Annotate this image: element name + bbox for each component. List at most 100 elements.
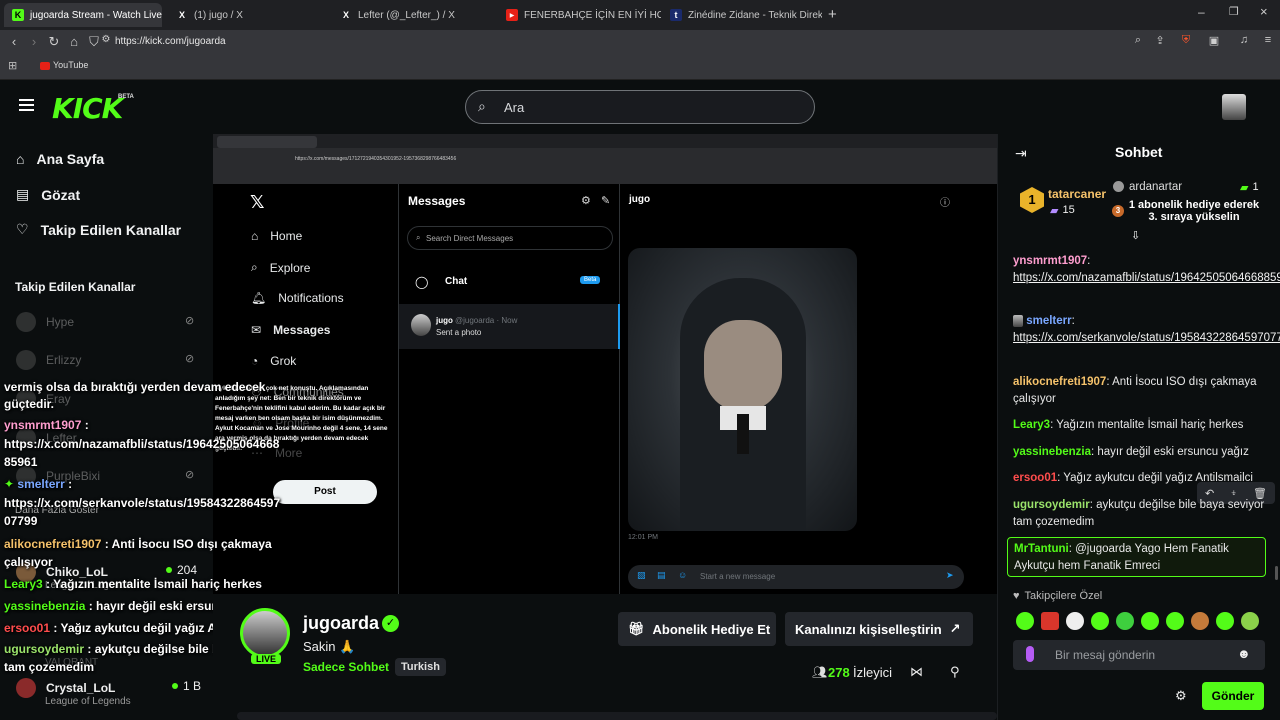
brave-shield-icon[interactable]: ⛨ bbox=[1178, 34, 1194, 47]
x-nav-grok: ◔ Grok bbox=[251, 354, 296, 368]
nav-following[interactable]: ♡ Takip Edilen Kanallar bbox=[16, 221, 181, 238]
nav-browse-label: Gözat bbox=[41, 186, 81, 203]
heart-icon: ♡ bbox=[16, 221, 29, 237]
reload-icon[interactable]: ↻ bbox=[46, 34, 62, 50]
channel-avatar[interactable] bbox=[240, 608, 290, 658]
overlay-line: ynsmrmt1907 : bbox=[4, 418, 89, 432]
chat-username[interactable]: smelterr bbox=[1026, 315, 1071, 327]
media-icon[interactable]: ♫ bbox=[1236, 34, 1252, 46]
live-dot-icon bbox=[172, 683, 178, 689]
share-icon[interactable]: ⋈ bbox=[910, 664, 923, 680]
search-input[interactable]: ⌕ Ara bbox=[465, 90, 815, 124]
nav-browse[interactable]: ▤ Gözat bbox=[16, 186, 80, 203]
overlay-line: alikocnefreti1907 : Anti İsocu ISO dışı … bbox=[4, 537, 272, 551]
menu-icon[interactable]: ≡ bbox=[1260, 34, 1276, 46]
window-close-icon[interactable]: × bbox=[1260, 4, 1268, 19]
overlay-text: : bbox=[68, 477, 73, 491]
followed-channel[interactable]: Hype bbox=[16, 312, 74, 332]
emote-icon[interactable] bbox=[1216, 612, 1234, 630]
forward-icon[interactable]: › bbox=[26, 34, 42, 49]
send-button[interactable]: Gönder bbox=[1202, 682, 1264, 710]
nav-home[interactable]: ⌂ Ana Sayfa bbox=[16, 151, 104, 167]
overlay-user: Leary3 bbox=[4, 577, 43, 591]
user-avatar[interactable] bbox=[1222, 94, 1246, 120]
sidebar-toggle-icon[interactable]: ▣ bbox=[1206, 34, 1222, 47]
collapse-chat-icon[interactable]: ⇥ bbox=[1015, 145, 1027, 162]
chat-input[interactable]: Bir mesaj gönderin ☻ bbox=[1013, 640, 1265, 670]
chat-scrollbar[interactable] bbox=[1275, 566, 1278, 580]
youtube-icon bbox=[40, 62, 50, 70]
chat-username[interactable]: yassinebenzia bbox=[1013, 446, 1091, 458]
chat-link[interactable]: https://x.com/nazamafbli/status/19642505… bbox=[1013, 272, 1280, 284]
url-field[interactable]: https://kick.com/jugoarda bbox=[115, 33, 226, 51]
restore-icon[interactable]: ❐ bbox=[1229, 5, 1239, 18]
chat-username[interactable]: alikocnefreti1907 bbox=[1013, 376, 1106, 388]
leader-user-2: ardanartar bbox=[1129, 181, 1183, 193]
x-nav-home: ⌂ Home bbox=[251, 229, 302, 243]
chat-username[interactable]: MrTantuni bbox=[1014, 543, 1069, 555]
emote-icon[interactable] bbox=[1141, 612, 1159, 630]
chat-message: alikocnefreti1907: Anti İsocu ISO dışı ç… bbox=[1013, 376, 1257, 405]
chat-username[interactable]: ynsmrmt1907 bbox=[1013, 255, 1087, 267]
emote-icon[interactable] bbox=[1191, 612, 1209, 630]
share-icon[interactable]: ⇪ bbox=[1152, 34, 1168, 47]
customize-channel-label: Kanalınızı kişiselleştirin bbox=[795, 621, 942, 637]
rank-2-icon bbox=[1113, 181, 1124, 192]
chat-message-highlighted: MrTantuni: @jugoarda Yago Hem Fanatik Ay… bbox=[1014, 543, 1229, 572]
chat-settings-icon[interactable]: ⚙ bbox=[1175, 688, 1187, 704]
apps-grid-icon[interactable]: ⊞ bbox=[8, 59, 17, 72]
site-settings-icon[interactable]: ⚙ bbox=[98, 34, 114, 45]
microphone-icon[interactable] bbox=[1026, 646, 1034, 662]
gift-subscription-button[interactable]: 🎁︎ Abonelik Hediye Et bbox=[618, 612, 776, 646]
emote-icon[interactable] bbox=[1091, 612, 1109, 630]
emote-icon[interactable] bbox=[1116, 612, 1134, 630]
shared-photo bbox=[628, 248, 857, 531]
stream-category[interactable]: Sadece Sohbet bbox=[303, 660, 389, 674]
bookmark-youtube[interactable]: YouTube bbox=[53, 60, 88, 70]
browser-tab-x-lefter[interactable]: X Lefter (@_Lefter_) / X bbox=[332, 3, 497, 27]
expand-pinned-icon[interactable]: ⇩ bbox=[1131, 229, 1140, 242]
browser-tab-kick[interactable]: K jugoarda Stream - Watch Live on × bbox=[4, 3, 162, 27]
minimize-icon[interactable]: – bbox=[1198, 5, 1205, 19]
browser-tab-x-jugo[interactable]: X (1) jugo / X bbox=[168, 3, 328, 27]
viewer-count: 1 B bbox=[172, 679, 201, 693]
emote-icon[interactable] bbox=[1166, 612, 1184, 630]
chat-title: Sohbet bbox=[1115, 144, 1163, 160]
heart-icon: ♥ bbox=[1013, 590, 1020, 602]
gif-icon: ▤ bbox=[657, 570, 666, 580]
gift-cta-text: 1 abonelik hediye ederek 3. sıraya yükse… bbox=[1128, 199, 1260, 223]
x-favicon-icon: X bbox=[178, 10, 185, 20]
chat-username[interactable]: ugursoydemir bbox=[1013, 499, 1090, 511]
language-tag[interactable]: Turkish bbox=[395, 658, 446, 676]
new-tab-icon[interactable]: + bbox=[828, 6, 837, 23]
browse-icon: ▤ bbox=[16, 186, 30, 202]
recommended-channel[interactable]: Crystal_LoL bbox=[16, 678, 115, 698]
chat-link[interactable]: https://x.com/serkanvole/status/19584322… bbox=[1013, 332, 1280, 344]
chat-username[interactable]: Leary3 bbox=[1013, 419, 1050, 431]
x-nav-label: Explore bbox=[269, 260, 311, 275]
back-icon[interactable]: ‹ bbox=[6, 34, 22, 49]
zoom-icon[interactable]: ⌕ bbox=[1130, 34, 1146, 47]
hamburger-menu-icon[interactable] bbox=[19, 99, 34, 111]
customize-channel-button[interactable]: Kanalınızı kişiselleştirin ↗ bbox=[785, 612, 973, 646]
emote-icon[interactable] bbox=[1041, 612, 1059, 630]
emote-icon[interactable] bbox=[1066, 612, 1084, 630]
video-player[interactable]: https://x.com/messages/17127219403543019… bbox=[213, 134, 997, 594]
viewer-count-value: 1 B bbox=[183, 679, 202, 693]
tab-title: Lefter (@_Lefter_) / X bbox=[358, 9, 455, 21]
home-icon[interactable]: ⌂ bbox=[66, 34, 82, 49]
send-icon: ➤ bbox=[946, 570, 954, 580]
emote-icon[interactable] bbox=[1241, 612, 1259, 630]
channel-name[interactable]: jugoarda bbox=[303, 613, 379, 634]
browser-tab-zidane[interactable]: t Zinédine Zidane - Teknik Direktör pro bbox=[662, 3, 822, 27]
follow-icon[interactable]: ⚲ bbox=[950, 664, 960, 680]
chat-message: Leary3: Yağızın mentalite İsmail hariç h… bbox=[1013, 419, 1244, 431]
emote-icon[interactable] bbox=[1016, 612, 1034, 630]
chat-message: yassinebenzia: hayır değil eski ersuncu … bbox=[1013, 446, 1249, 458]
kick-logo[interactable]: KICK bbox=[52, 92, 123, 125]
browser-tab-youtube[interactable]: ▶ FENERBAHÇE İÇİN EN İYİ HOCA..? | S bbox=[498, 3, 661, 27]
avatar bbox=[16, 312, 36, 332]
emoji-icon[interactable]: ☻ bbox=[1237, 646, 1251, 661]
followed-channel[interactable]: Erlizzy bbox=[16, 350, 81, 370]
chat-username[interactable]: ersoo01 bbox=[1013, 472, 1057, 484]
